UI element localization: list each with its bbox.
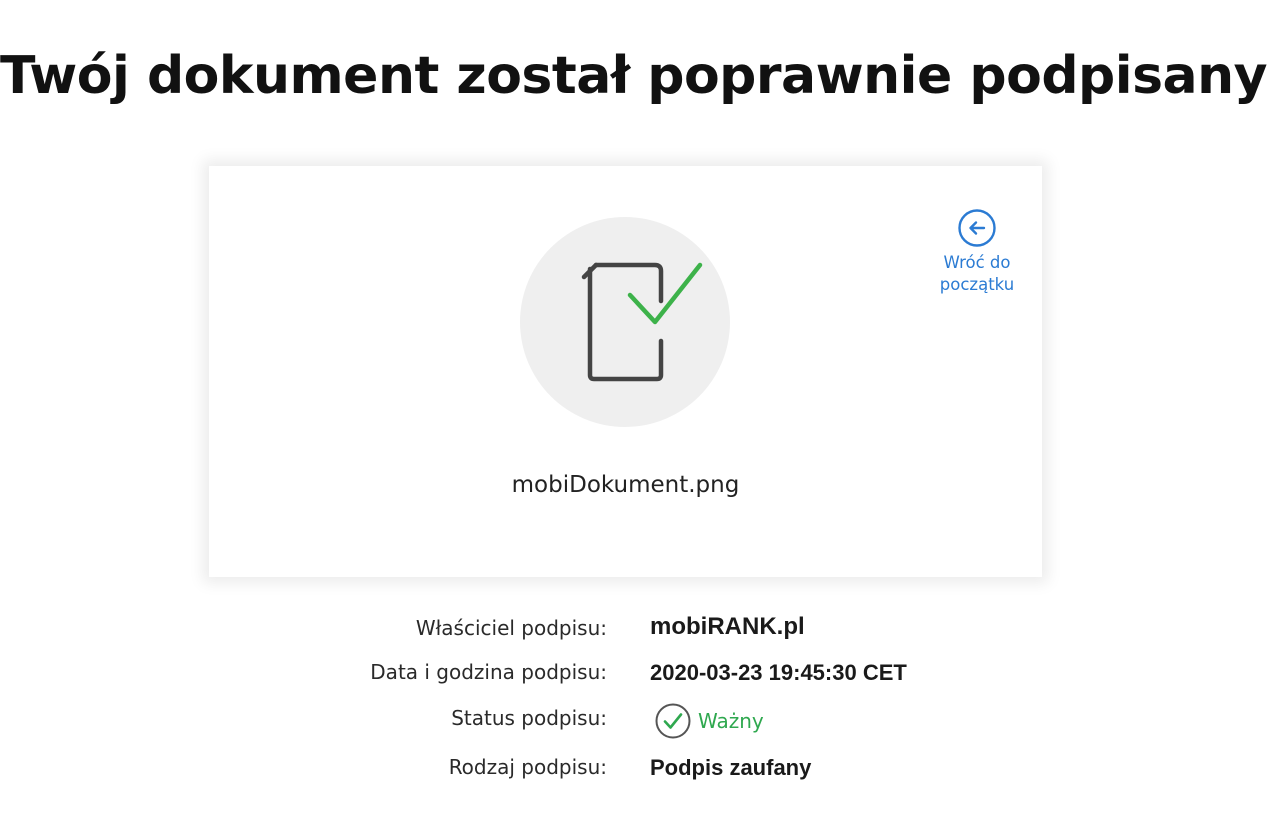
owner-row: Właściciel podpisu: mobiRANK.pl: [0, 613, 1280, 656]
back-to-start-link[interactable]: Wróć do początku: [927, 208, 1027, 296]
signature-confirmation-page: Twój dokument został poprawnie podpisany…: [0, 0, 1280, 820]
arrow-left-circle-icon: [958, 209, 996, 247]
status-text: Ważny: [698, 709, 764, 733]
datetime-label: Data i godzina podpisu:: [370, 660, 607, 684]
document-card: mobiDokument.png Wróć do początku: [209, 166, 1042, 577]
status-row: Status podpisu: Ważny: [0, 703, 1280, 746]
type-row: Rodzaj podpisu: Podpis zaufany: [0, 755, 1280, 795]
file-name: mobiDokument.png: [511, 472, 740, 498]
status-label: Status podpisu:: [451, 706, 607, 730]
type-label: Rodzaj podpisu:: [448, 755, 607, 779]
signed-document-icon: [581, 262, 703, 382]
owner-label: Właściciel podpisu:: [415, 616, 607, 640]
type-value: Podpis zaufany: [650, 755, 812, 780]
status-value: Ważny: [654, 702, 764, 740]
datetime-row: Data i godzina podpisu: 2020-03-23 19:45…: [0, 660, 1280, 700]
page-title: Twój dokument został poprawnie podpisany: [0, 46, 1268, 106]
owner-value: mobiRANK.pl: [650, 613, 805, 640]
check-circle-icon: [655, 703, 691, 739]
back-to-start-label: Wróć do początku: [939, 253, 1015, 294]
datetime-value: 2020-03-23 19:45:30 CET: [650, 660, 907, 685]
document-icon-circle: [520, 217, 730, 427]
